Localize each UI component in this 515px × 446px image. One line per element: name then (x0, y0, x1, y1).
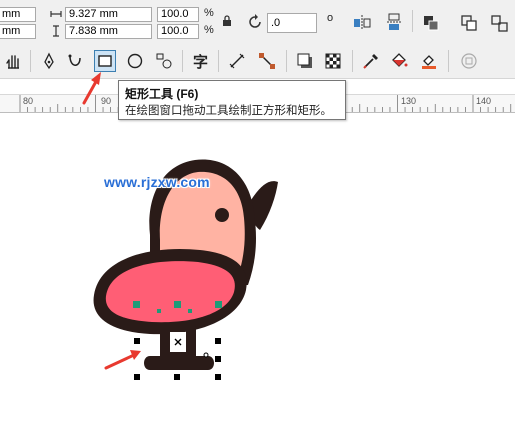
tooltip-title: 矩形工具 (F6) (125, 87, 199, 101)
transparency-tool-icon[interactable] (322, 50, 344, 72)
freehand-pen-tool-icon[interactable] (38, 50, 60, 72)
disabled-tool-icon (458, 50, 480, 72)
rectangle-tool-icon[interactable] (94, 50, 116, 72)
object-width-field-fragment[interactable]: mm (0, 7, 36, 22)
watermark-text: www.rjzxw.com (104, 174, 210, 190)
toolbox-separator (286, 50, 287, 72)
svg-text:字: 字 (193, 53, 208, 70)
toolbox-separator (30, 50, 31, 72)
property-bar: mm mm 9.327 mm 7.838 mm 100.0 100.0 % % … (0, 0, 515, 45)
interactive-fill-tool-icon[interactable] (388, 50, 410, 72)
tooltip-description: 在绘图窗口拖动工具绘制正方形和矩形。 (125, 105, 332, 117)
object-height-field-fragment[interactable]: mm (0, 24, 36, 39)
ellipse-tool-icon[interactable] (124, 50, 146, 72)
rotation-degree-symbol: o (327, 12, 334, 24)
lock-ratio-icon[interactable] (220, 14, 234, 28)
mirror-vertical-icon[interactable] (384, 12, 404, 32)
mirror-horizontal-icon[interactable] (352, 12, 372, 32)
ruler-label: 130 (401, 96, 417, 106)
size-width-input[interactable]: 9.327 mm (65, 7, 152, 22)
rotate-icon (246, 13, 264, 31)
toolbox-separator (448, 50, 449, 72)
property-separator (412, 10, 413, 32)
smart-fill-tool-icon[interactable] (418, 50, 440, 72)
arrange-order-icon[interactable] (420, 12, 442, 34)
dimension-tool-icon[interactable] (226, 50, 248, 72)
size-height-input[interactable]: 7.838 mm (65, 24, 152, 39)
toolbox-separator (352, 50, 353, 72)
scale-x-percent: % (204, 7, 214, 19)
text-tool-icon[interactable]: 字 (190, 50, 212, 72)
break-apart-icon[interactable] (488, 12, 510, 34)
polygon-tool-icon[interactable] (153, 50, 175, 72)
curve-tool-icon[interactable] (64, 50, 86, 72)
scale-y-input[interactable]: 100.0 (157, 24, 199, 39)
rotation-input[interactable]: .0 (267, 13, 317, 33)
width-icon (50, 8, 62, 20)
combine-icon[interactable] (458, 12, 480, 34)
toolbox-separator (182, 50, 183, 72)
eyedropper-tool-icon[interactable] (360, 50, 382, 72)
ruler-label: 90 (101, 96, 112, 106)
scale-y-percent: % (204, 24, 214, 36)
scale-x-input[interactable]: 100.0 (157, 7, 199, 22)
height-icon (50, 25, 62, 37)
rectangle-tool-tooltip: 矩形工具 (F6) 在绘图窗口拖动工具绘制正方形和矩形。 (118, 80, 346, 120)
drop-shadow-tool-icon[interactable] (294, 50, 316, 72)
drawing-canvas[interactable] (0, 112, 515, 446)
ruler-label: 80 (23, 96, 34, 106)
connector-tool-icon[interactable] (256, 50, 278, 72)
toolbox-separator (218, 50, 219, 72)
ruler-label: 140 (476, 96, 492, 106)
toolbox-row: 字 (0, 44, 515, 79)
pan-tool-icon[interactable] (2, 50, 24, 72)
